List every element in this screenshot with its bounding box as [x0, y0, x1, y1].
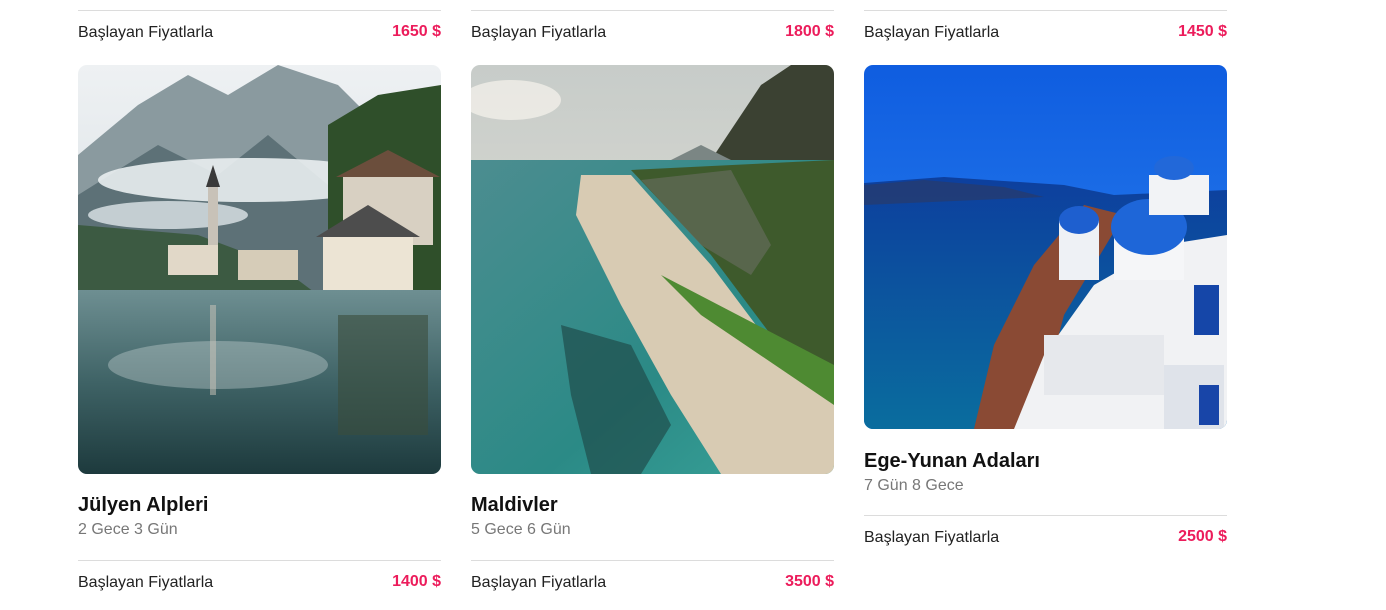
price-row: Başlayan Fiyatlarla 1450 $ [864, 10, 1227, 54]
price-row: Başlayan Fiyatlarla 1400 $ [78, 560, 441, 604]
tour-duration: 7 Gün 8 Gece [864, 477, 964, 494]
price-row: Başlayan Fiyatlarla 1800 $ [471, 10, 834, 54]
price-value: 2500 $ [1178, 528, 1227, 545]
price-value: 1450 $ [1178, 23, 1227, 40]
price-label: Başlayan Fiyatlarla [78, 574, 214, 591]
tour-duration: 2 Gece 3 Gün [78, 521, 178, 538]
hallstatt-photo [78, 65, 441, 474]
price-value: 1650 $ [392, 23, 441, 40]
tour-card-image[interactable] [471, 65, 834, 474]
price-label: Başlayan Fiyatlarla [864, 24, 1000, 41]
tour-listing: Başlayan Fiyatlarla 1650 $ Jülyen Alpler… [0, 0, 1386, 610]
santorini-photo [864, 65, 1227, 429]
tour-card-image[interactable] [864, 65, 1227, 429]
price-row: Başlayan Fiyatlarla 3500 $ [471, 560, 834, 604]
price-value: 1400 $ [392, 573, 441, 590]
tour-title[interactable]: Jülyen Alpleri [78, 494, 208, 517]
tour-title[interactable]: Ege-Yunan Adaları [864, 450, 1040, 473]
price-label: Başlayan Fiyatlarla [471, 574, 607, 591]
tour-duration: 5 Gece 6 Gün [471, 521, 571, 538]
price-row: Başlayan Fiyatlarla 1650 $ [78, 10, 441, 54]
tour-card-image[interactable] [78, 65, 441, 474]
price-row: Başlayan Fiyatlarla 2500 $ [864, 515, 1227, 559]
price-label: Başlayan Fiyatlarla [471, 24, 607, 41]
price-value: 3500 $ [785, 573, 834, 590]
beach-photo [471, 65, 834, 474]
price-label: Başlayan Fiyatlarla [864, 529, 1000, 546]
price-label: Başlayan Fiyatlarla [78, 24, 214, 41]
tour-title[interactable]: Maldivler [471, 494, 558, 517]
price-value: 1800 $ [785, 23, 834, 40]
